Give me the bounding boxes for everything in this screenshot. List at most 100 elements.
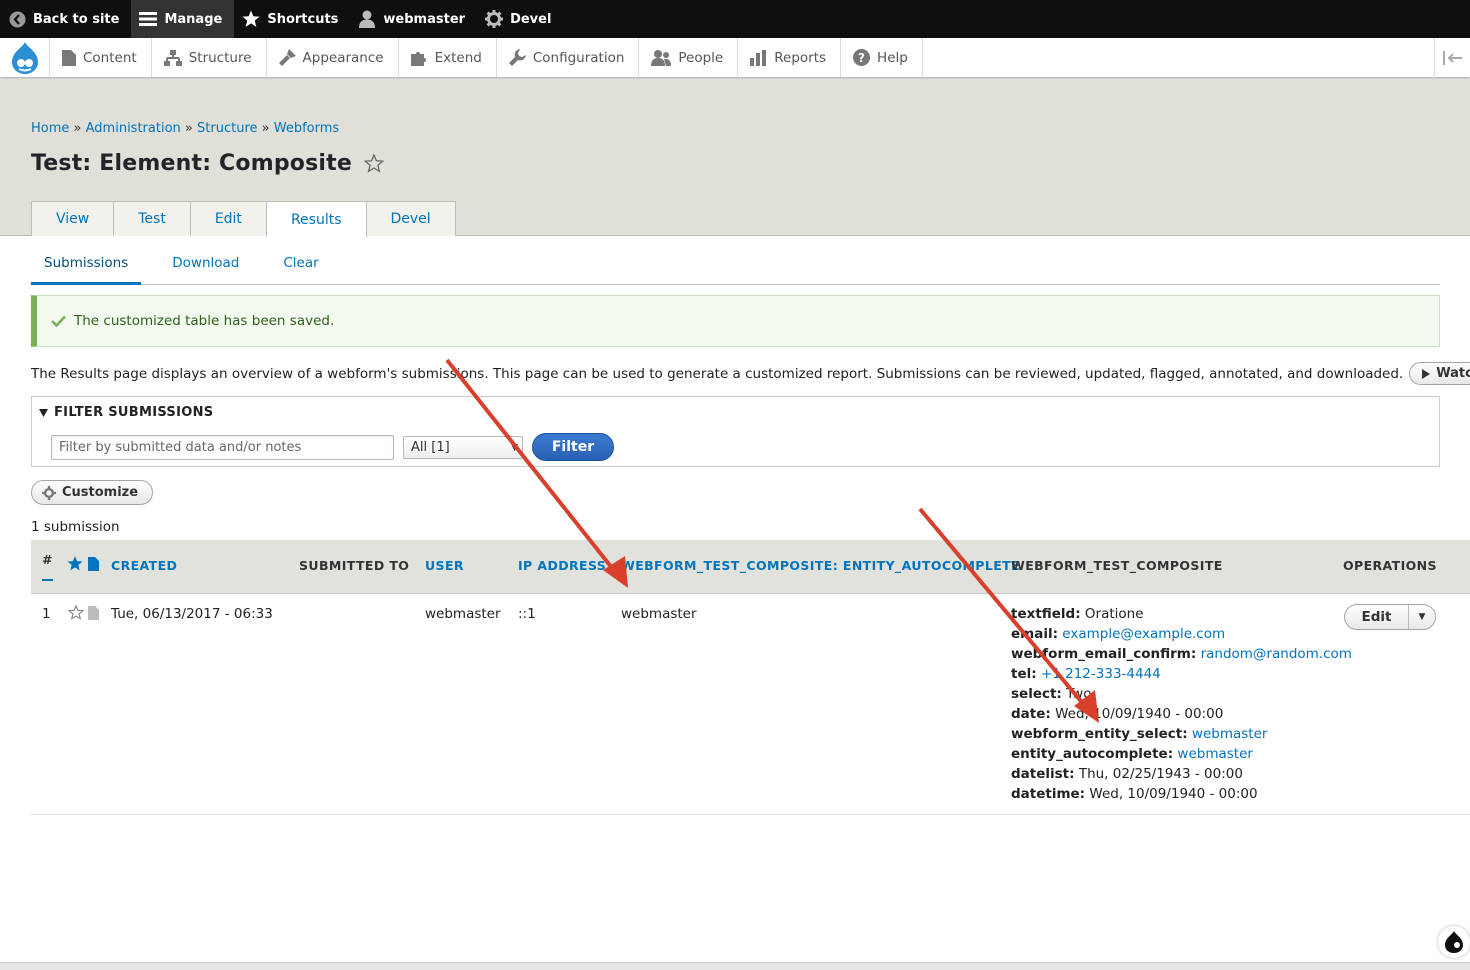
breadcrumb: Home » Administration » Structure » Webf…	[31, 121, 339, 136]
user-tab[interactable]: webmaster	[350, 0, 477, 38]
tray-label-appearance: Appearance	[302, 49, 384, 66]
row-entity-autocomplete-link[interactable]: webmaster	[621, 606, 697, 622]
tray-item-reports[interactable]: Reports	[738, 38, 842, 77]
tray-item-structure[interactable]: Structure	[152, 38, 267, 77]
filter-button[interactable]: Filter	[532, 433, 614, 461]
watch-video-button[interactable]: Watch video	[1409, 362, 1470, 385]
edit-button[interactable]: Edit	[1345, 605, 1409, 629]
tray-item-people[interactable]: People	[639, 38, 739, 77]
composite-key: tel:	[1011, 666, 1037, 682]
filter-legend[interactable]: FILTER SUBMISSIONS	[39, 405, 213, 420]
dropbutton-toggle-icon[interactable]: ▼	[1409, 605, 1435, 629]
composite-value-link[interactable]: random@random.com	[1201, 646, 1352, 662]
composite-key: webform_entity_select:	[1011, 726, 1188, 742]
composite-value-link[interactable]: +1 212-333-4444	[1041, 666, 1161, 682]
composite-value: Wed, 10/09/1940 - 00:00	[1055, 706, 1224, 722]
devel-tab[interactable]: Devel	[477, 0, 563, 38]
breadcrumb-home[interactable]: Home	[31, 121, 69, 136]
tray-item-appearance[interactable]: Appearance	[267, 38, 399, 77]
gear-icon	[485, 10, 504, 28]
composite-key: datelist:	[1011, 766, 1075, 782]
back-to-site-label: Back to site	[33, 11, 120, 27]
manage-tab[interactable]: Manage	[131, 0, 235, 38]
back-arrow-icon	[8, 10, 26, 28]
user-label: webmaster	[383, 11, 466, 27]
composite-value-link[interactable]: webmaster	[1192, 726, 1268, 742]
tab-edit[interactable]: Edit	[189, 201, 267, 236]
th-user[interactable]: USER	[425, 558, 464, 573]
tray-label-help: Help	[877, 49, 908, 66]
table-header: # CREATED SUBMITTED TO USER IP ADDRESS W…	[31, 540, 1470, 594]
tray-label-content: Content	[83, 49, 137, 66]
shortcuts-tab[interactable]: Shortcuts	[234, 0, 350, 38]
notes-icon	[87, 557, 99, 571]
content-icon	[62, 49, 76, 66]
tray-item-help[interactable]: ? Help	[841, 38, 923, 77]
th-created[interactable]: CREATED	[111, 558, 177, 573]
composite-line: datetime: Wed, 10/09/1940 - 00:00	[1011, 784, 1352, 804]
shortcut-star-icon[interactable]	[363, 154, 384, 173]
composite-key: entity_autocomplete:	[1011, 746, 1174, 762]
breadcrumb-sep: »	[261, 121, 270, 136]
tab-view[interactable]: View	[31, 201, 115, 236]
row-user: webmaster	[425, 606, 501, 622]
tray-label-configuration: Configuration	[532, 49, 625, 66]
status-message-text: The customized table has been saved.	[74, 313, 335, 329]
tray-item-configuration[interactable]: Configuration	[497, 38, 640, 77]
bar-chart-icon	[750, 49, 767, 66]
admin-tray: Content Structure Appearance Extend Conf…	[0, 38, 1470, 78]
breadcrumb-sep: »	[184, 121, 193, 136]
th-ip-address[interactable]: IP ADDRESS	[518, 558, 606, 573]
row-number-link[interactable]: 1	[42, 606, 51, 622]
tray-item-content[interactable]: Content	[50, 38, 152, 77]
subtab-submissions[interactable]: Submissions	[31, 255, 142, 285]
composite-key: select:	[1011, 686, 1062, 702]
filter-state-select[interactable]: All [1] ▼	[403, 436, 523, 459]
horizontal-scrollbar[interactable]	[0, 962, 1470, 970]
operations-dropbutton: Edit ▼	[1344, 604, 1436, 630]
select-arrow-icon: ▼	[511, 443, 518, 453]
tab-test[interactable]: Test	[113, 201, 191, 236]
wrench-icon	[508, 49, 526, 66]
check-icon	[51, 315, 66, 327]
tray-label-reports: Reports	[774, 49, 827, 66]
tab-devel[interactable]: Devel	[365, 201, 456, 236]
customize-button[interactable]: Customize	[31, 480, 154, 505]
submission-count: 1 submission	[31, 519, 120, 535]
star-outline-icon[interactable]	[67, 604, 85, 621]
breadcrumb-webforms[interactable]: Webforms	[274, 121, 339, 136]
filter-search-input[interactable]: Filter by submitted data and/or notes	[51, 435, 394, 460]
filter-select-value: All [1]	[411, 440, 450, 455]
back-to-site-link[interactable]: Back to site	[0, 0, 131, 38]
composite-value-link[interactable]: webmaster	[1177, 746, 1253, 762]
th-entity-autocomplete[interactable]: WEBFORM_TEST_COMPOSITE: ENTITY_AUTOCOMPL…	[621, 558, 1020, 573]
svg-text:?: ?	[858, 51, 865, 65]
breadcrumb-administration[interactable]: Administration	[86, 121, 181, 136]
manage-label: Manage	[164, 11, 223, 27]
composite-value: Thu, 02/25/1943 - 00:00	[1078, 766, 1243, 782]
page-title-wrapper: Test: Element: Composite	[31, 151, 384, 176]
triangle-down-icon	[39, 408, 48, 417]
composite-value-link[interactable]: example@example.com	[1062, 626, 1225, 642]
page-title: Test: Element: Composite	[31, 151, 352, 176]
table-row[interactable]: 1 Tue, 06/13/2017 - 06:33 webmaster ::1 …	[31, 594, 1470, 815]
subtab-download[interactable]: Download	[159, 255, 252, 285]
drupal-logo[interactable]	[0, 38, 50, 77]
drupal-drop-icon[interactable]	[1438, 926, 1470, 958]
breadcrumb-structure[interactable]: Structure	[197, 121, 257, 136]
composite-value: Wed, 10/09/1940 - 00:00	[1089, 786, 1258, 802]
note-icon[interactable]	[88, 606, 100, 620]
customize-wrapper: Customize	[31, 480, 154, 505]
th-number[interactable]: #	[42, 552, 53, 581]
tray-item-extend[interactable]: Extend	[399, 38, 497, 77]
tab-results[interactable]: Results	[265, 201, 367, 237]
filter-legend-label: FILTER SUBMISSIONS	[54, 405, 214, 420]
customize-label: Customize	[62, 485, 139, 500]
subtab-clear[interactable]: Clear	[270, 255, 331, 285]
tray-orientation-toggle[interactable]	[1434, 38, 1470, 78]
th-composite: WEBFORM_TEST_COMPOSITE	[1011, 558, 1223, 573]
collapse-left-icon	[1442, 51, 1462, 65]
toolbar-bar: Back to site Manage Shortcuts webmaster …	[0, 0, 1470, 38]
user-icon	[358, 10, 376, 28]
composite-key: textfield:	[1011, 606, 1081, 622]
